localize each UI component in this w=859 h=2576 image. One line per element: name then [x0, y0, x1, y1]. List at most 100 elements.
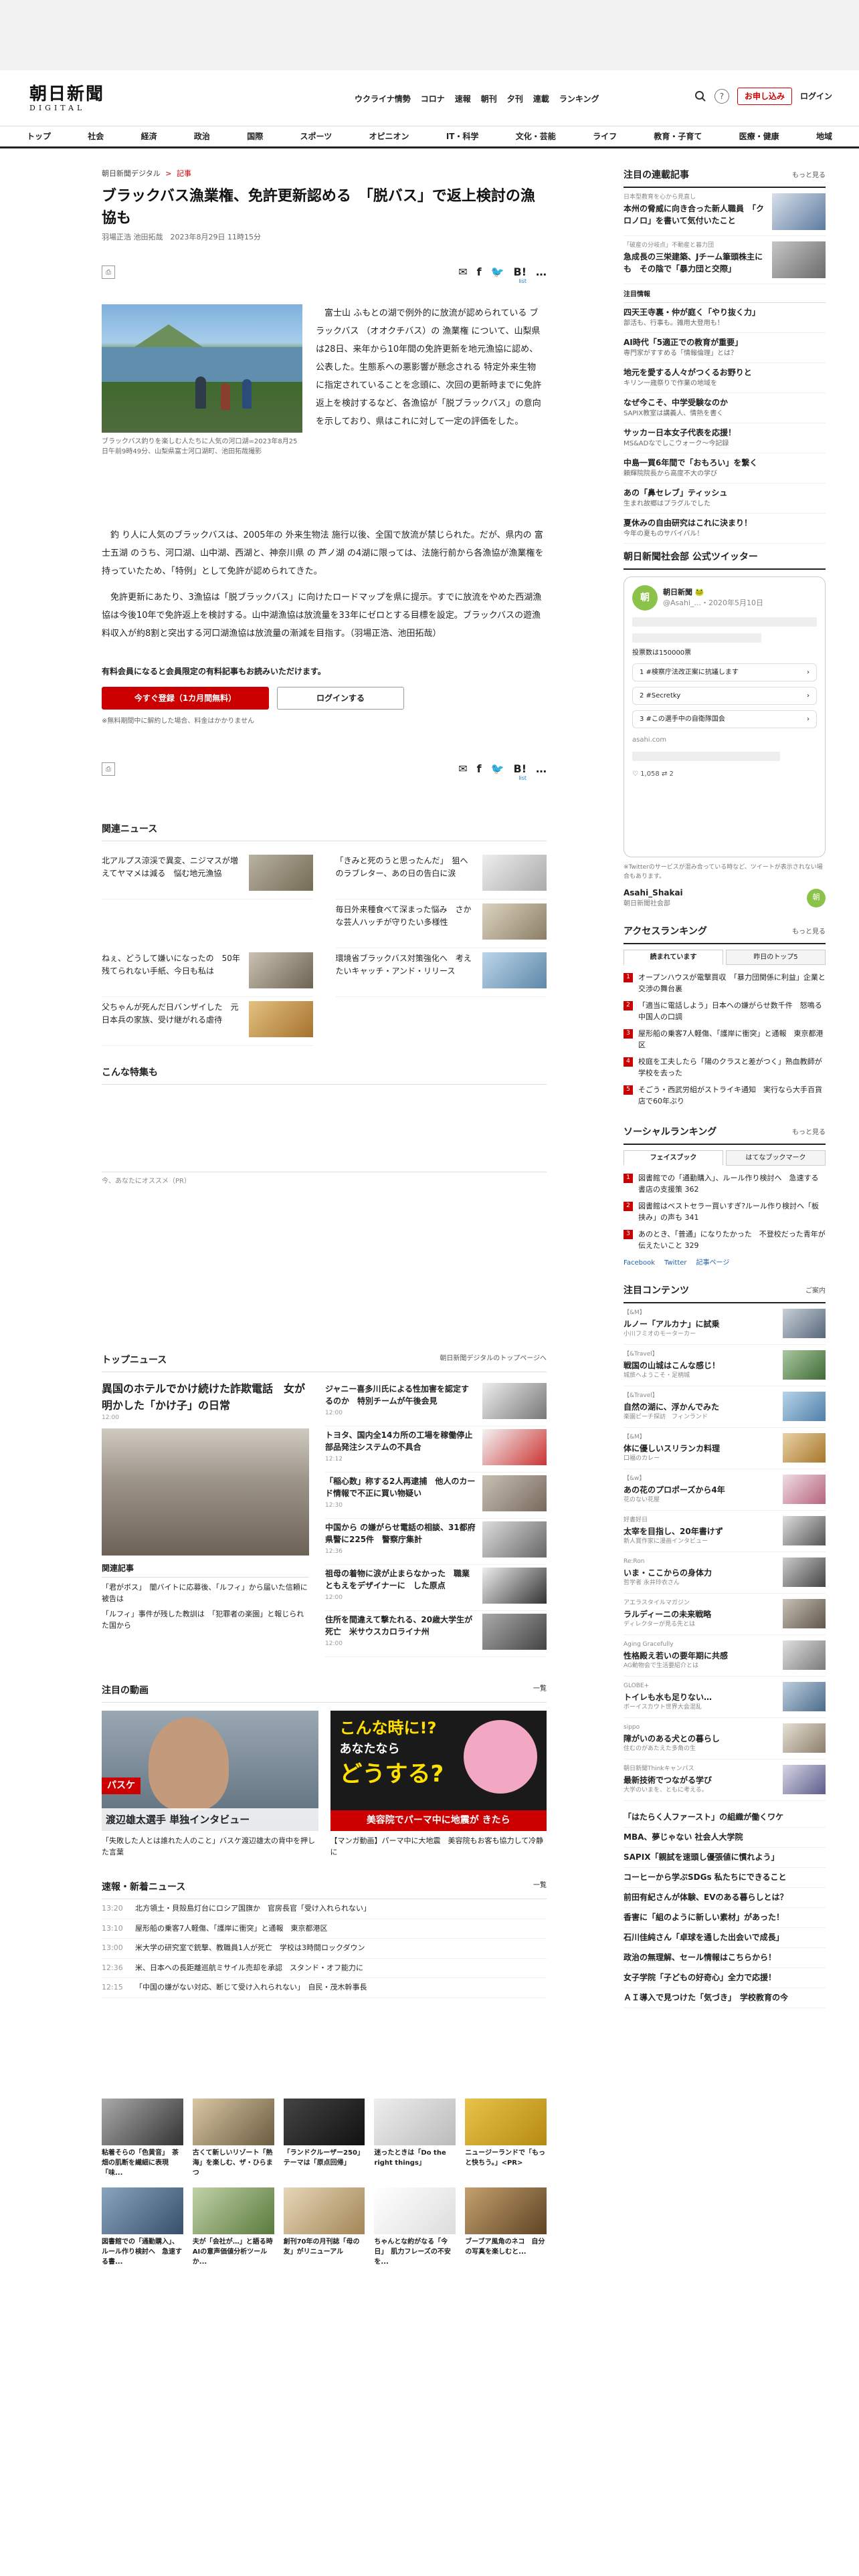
- lead-photo[interactable]: [102, 1428, 309, 1555]
- related-item[interactable]: 父ちゃんが死んだ日バンザイした 元日本兵の家族、受け継がれる虐待: [102, 997, 313, 1046]
- topnews-item[interactable]: 住所を間違えて撃たれる、20歳大学生が死亡 米サウスカロライナ州 12:00: [325, 1611, 547, 1657]
- related-article[interactable]: 「ルフィ」事件が残した教訓は 「犯罪者の楽園」と報じられた国から: [102, 1608, 309, 1631]
- cat-culture[interactable]: 文化・芸能: [516, 130, 556, 142]
- flash-item[interactable]: 13:00 米大学の研究室で銃撃、教職員1人が死亡 学校は3時間ロックダウン: [102, 1939, 547, 1959]
- bottom-card[interactable]: 図書館での「通勤購入」、ルール作り検討へ 急速する書...: [102, 2187, 183, 2267]
- search-icon[interactable]: [694, 90, 706, 102]
- nav-ukraine[interactable]: ウクライナ情勢: [355, 93, 411, 105]
- flash-item[interactable]: 13:10 屋形船の乗客7人軽傷、「護岸に衝突」と通報 東京都港区: [102, 1919, 547, 1939]
- attention-item[interactable]: GLOBE+ トイレも水も足りない… ボーイスカウト世界大会混乱: [624, 1677, 826, 1718]
- twitter-account[interactable]: Asahi_Shakai: [624, 887, 683, 899]
- related-item[interactable]: 毎日外来種食べて深まった悩み さかな芸人ハッチが守りたい多様性: [335, 899, 547, 948]
- sidebar-link[interactable]: 石川佳純さん「卓球を通した出会いで成長」: [624, 1928, 826, 1948]
- cat-opinion[interactable]: オピニオン: [369, 130, 409, 142]
- cat-health[interactable]: 医療・健康: [739, 130, 779, 142]
- twitter-embed[interactable]: 朝 朝日新聞 🐸 @Asahi_...・2020年5月10日 投票数は150000…: [624, 576, 826, 857]
- bottom-card[interactable]: 「ランドクルーザー250」 テーマは「原点回帰」: [283, 2098, 367, 2178]
- social-tab-hatena[interactable]: はてなブックマーク: [726, 1150, 826, 1166]
- social-item[interactable]: 1 図書館での「通勤購入」、ルール作り検討へ 急速する書店の支援策 362: [624, 1170, 826, 1198]
- login-link[interactable]: ログイン: [800, 90, 832, 102]
- nav-serial[interactable]: 連載: [533, 93, 549, 105]
- facebook-icon[interactable]: f: [477, 264, 482, 280]
- social-more[interactable]: もっと見る: [792, 1128, 826, 1138]
- sidebar-link[interactable]: ＡＩ導入で見つけた「気づき」 学校教育の今: [624, 1988, 826, 2008]
- attention-more[interactable]: ご案内: [805, 1286, 826, 1296]
- topnews-item[interactable]: 「稲心数」称する2人再逮捕 他人のカード情報で不正に買い物疑い 12:30: [325, 1473, 547, 1519]
- twitter-icon[interactable]: 🐦: [491, 761, 504, 777]
- social-tab-facebook[interactable]: フェイスブック: [624, 1150, 723, 1166]
- topnews-item[interactable]: 祖母の着物に涙が止まらなかった 職業ともえをデザイナーに した原点 12:00: [325, 1565, 547, 1611]
- video-thumb[interactable]: こんな時に!? あなたなら どうする? 美容院でパーマ中に地震が きたら: [330, 1711, 547, 1831]
- serial-item[interactable]: 日本型教育を心から見直し 本州の脅威に向き合った新人職員 「クロノロ」を書いて気付…: [624, 188, 826, 236]
- sidebar-link[interactable]: コーヒーから学ぶSDGs 私たちにできること: [624, 1868, 826, 1888]
- related-item[interactable]: 北アルプス涼渓で異変、ニジマスが増えてヤマメは減る 悩む地元漁協: [102, 851, 313, 899]
- more-icon[interactable]: …: [536, 264, 547, 280]
- topic-item[interactable]: あの「鼻セレブ」ティッシュ 生まれ故郷はプラグルでした: [624, 484, 826, 514]
- topic-item[interactable]: なぜ今こそ、中学受験なのか SAPIX教室は講義人、情熱を書く: [624, 393, 826, 423]
- attention-item[interactable]: 【&M】 ルノー「アルカナ」に試乗 小川フミオのモーターカー: [624, 1303, 826, 1345]
- sidebar-link[interactable]: 政治の無理解、セール情報はこちらから！: [624, 1948, 826, 1968]
- cat-life[interactable]: ライフ: [593, 130, 617, 142]
- flash-item[interactable]: 12:36 米、日本への長距離巡航ミサイル売却を承認 スタンド・オフ能力に: [102, 1959, 547, 1978]
- site-logo[interactable]: 朝日新聞 DIGITAL: [29, 85, 104, 113]
- more-icon[interactable]: …: [536, 761, 547, 777]
- attention-item[interactable]: アエラスタイルマガジン ラルディーニの未来戦略 ディレクターが見る先とは: [624, 1594, 826, 1635]
- rank-tab-yesterday[interactable]: 昨日のトップ5: [726, 950, 826, 965]
- register-button[interactable]: お申し込み: [737, 88, 792, 105]
- topnews-item[interactable]: 中国から の嫌がらせ電話の相談、31都府県警に225件 警察庁集計 12:36: [325, 1519, 547, 1565]
- topic-item[interactable]: 中島一買6年間で「おもろい」を繋く 頼輝院院長から高度不大の学び: [624, 453, 826, 484]
- topic-item[interactable]: 地元を愛する人々がつくるお野りと キリン一歳祭りで作業の地域を: [624, 363, 826, 393]
- topic-item[interactable]: サッカー日本女子代表を応援！ MS&ADなでしこウォーク〜今記録: [624, 423, 826, 453]
- topnews-item[interactable]: ジャニー喜多川氏による性加害を認定するのか 特別チームが午後会見 12:00: [325, 1380, 547, 1426]
- sidebar-link[interactable]: SAPIX「親試を速頭し優張値に慣れよう」: [624, 1848, 826, 1868]
- nav-morning[interactable]: 朝刊: [481, 93, 497, 105]
- bottom-card[interactable]: 迷ったときは「Do the right things」: [374, 2098, 456, 2178]
- cat-politics[interactable]: 政治: [194, 130, 210, 142]
- tweet-domain[interactable]: asahi.com: [632, 735, 817, 745]
- topic-item[interactable]: 夏休みの自由研究はこれに決まり！ 今年の夏ものサバイバル！: [624, 514, 826, 544]
- sidebar-link[interactable]: 香害に「組のように新しい素材」があった！: [624, 1908, 826, 1928]
- crumb-site[interactable]: 朝日新聞デジタル: [102, 169, 161, 178]
- print-icon[interactable]: ⎙: [102, 762, 115, 776]
- topic-item[interactable]: AI時代「5適正での教育が重要」 専門家がすすめる「情報倫理」とは？: [624, 333, 826, 363]
- topnews-item[interactable]: トヨタ、国内全14カ所の工場を稼働停止 部品発注システムの不具合 12:12: [325, 1426, 547, 1473]
- bottom-card[interactable]: ちゃんとな約がなる「今日」 肌力フレーズの不安を...: [374, 2187, 456, 2267]
- flash-more[interactable]: 一覧: [533, 1881, 547, 1895]
- attention-item[interactable]: 【&M】 体に優しいスリランカ料理 口福のカレー: [624, 1428, 826, 1469]
- rank-item[interactable]: 2 「適当に電話しよう」日本への嫌がらせ数千件 怒鳴る中国人の口調: [624, 997, 826, 1025]
- facebook-icon[interactable]: f: [477, 761, 482, 777]
- related-item[interactable]: 環境省ブラックバス対策強化へ 考えたいキャッチ・アンド・リリース: [335, 948, 547, 997]
- social-item[interactable]: 2 図書館はベストセラー買いすぎ?ルール作り検討へ「板挟み」の声も 341: [624, 1198, 826, 1226]
- article-photo[interactable]: [102, 304, 302, 433]
- attention-item[interactable]: 朝日新聞Thinkキャンパス 最新技術でつながる学び 大学のいまを、ともに考える。: [624, 1759, 826, 1801]
- lead-story[interactable]: 異国のホテルでかけ続けた詐欺電話 女が明かした「かけ子」の日常 12:00 関連…: [102, 1380, 309, 1657]
- help-icon[interactable]: ?: [714, 89, 729, 104]
- attention-item[interactable]: Aging Gracefully 性格殿え若いの要年期に共感 AG動物会で生活要紹介…: [624, 1635, 826, 1677]
- cat-region[interactable]: 地域: [816, 130, 832, 142]
- attention-item[interactable]: sippo 障がいのある犬との暮らし 住むのがあたえた多角の生: [624, 1718, 826, 1759]
- video-card[interactable]: こんな時に!? あなたなら どうする? 美容院でパーマ中に地震が きたら 【マン…: [330, 1711, 547, 1858]
- cat-top[interactable]: トップ: [27, 130, 51, 142]
- sidebar-link[interactable]: 女子学院「子どもの好奇心」全力で応援！: [624, 1968, 826, 1988]
- facebook-share-link[interactable]: Facebook: [624, 1258, 655, 1268]
- nav-ranking[interactable]: ランキング: [559, 93, 599, 105]
- nav-evening[interactable]: 夕刊: [507, 93, 523, 105]
- rank-item[interactable]: 3 屋形船の乗客7人軽傷、「護岸に衝突」と通報 東京都港区: [624, 1025, 826, 1053]
- serial-more[interactable]: もっと見る: [792, 171, 826, 181]
- sidebar-link[interactable]: MBA、夢じゃない 社会人大学院: [624, 1828, 826, 1848]
- attention-item[interactable]: 【&Travel】 自然の湖に、浮かんでみた 楽園ビーチ探訪 フィンランド: [624, 1386, 826, 1428]
- cat-sports[interactable]: スポーツ: [300, 130, 332, 142]
- sidebar-link[interactable]: 前田有紀さんが体験、EVのある暮らしとは？: [624, 1888, 826, 1908]
- flash-item[interactable]: 13:20 北方領土・貝殻島灯台にロシア国旗か 官房長官「受け入れられない」: [102, 1899, 547, 1919]
- print-icon[interactable]: ⎙: [102, 265, 115, 279]
- mail-icon[interactable]: ✉: [458, 761, 467, 777]
- twitter-share-link[interactable]: Twitter: [664, 1258, 687, 1268]
- heart-icon[interactable]: ♡: [632, 770, 640, 778]
- cat-international[interactable]: 国際: [247, 130, 263, 142]
- mail-icon[interactable]: ✉: [458, 264, 467, 280]
- rank-item[interactable]: 5 そごう・西武労組がストライキ通知 実行なら大手百貨店で60年ぶり: [624, 1081, 826, 1109]
- serial-item[interactable]: 「破産の分岐点」不動産と暮力団 急成長の三栄建築、Jチーム筆頭株主にも その陰で「…: [624, 236, 826, 284]
- cat-economy[interactable]: 経済: [141, 130, 157, 142]
- video-thumb[interactable]: パスケ 渡辺雄太選手 単独インタビュー: [102, 1711, 318, 1831]
- cat-society[interactable]: 社会: [88, 130, 104, 142]
